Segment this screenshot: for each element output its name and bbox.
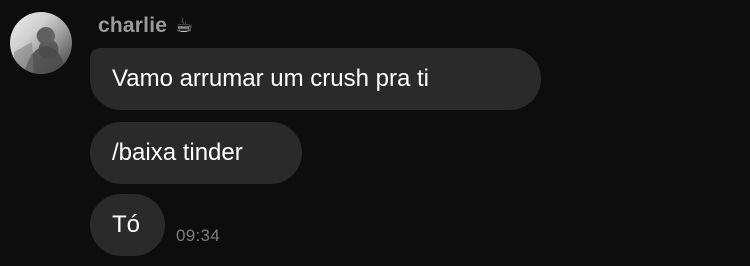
message-text: Tó	[112, 211, 141, 238]
message-bubble[interactable]: Vamo arrumar um crush pra ti	[90, 48, 541, 110]
message-timestamp: 09:34	[176, 226, 221, 245]
avatar-photo	[14, 27, 66, 74]
sender-name[interactable]: charlie	[98, 14, 167, 38]
message-bubble[interactable]: /baixa tinder	[90, 122, 302, 184]
message-text: Vamo arrumar um crush pra ti	[112, 65, 429, 92]
coffee-emoji-icon: ☕	[175, 15, 194, 37]
avatar[interactable]	[10, 12, 72, 74]
sender-header: charlie ☕	[98, 12, 193, 40]
chat-thread: charlie ☕ Vamo arrumar um crush pra ti /…	[0, 0, 750, 266]
message-text: /baixa tinder	[112, 139, 243, 166]
message-bubble[interactable]: Tó	[90, 194, 165, 256]
